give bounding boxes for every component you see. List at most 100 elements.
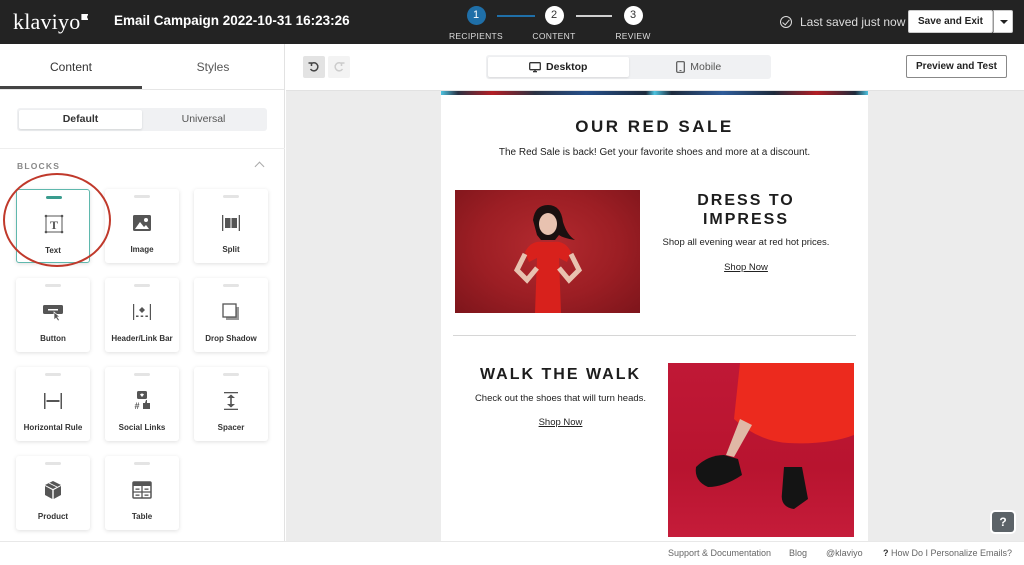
block-image[interactable]: Image bbox=[105, 189, 179, 263]
klaviyo-social-link[interactable]: @klaviyo bbox=[826, 548, 863, 558]
drag-handle[interactable] bbox=[45, 284, 61, 287]
section2-text[interactable]: Check out the shoes that will turn heads… bbox=[453, 393, 668, 404]
drop-shadow-icon bbox=[222, 303, 239, 320]
drag-handle[interactable] bbox=[134, 373, 150, 376]
block-horizontal-rule[interactable]: Horizontal Rule bbox=[16, 367, 90, 441]
redo-button[interactable] bbox=[328, 56, 350, 78]
block-button[interactable]: Button bbox=[16, 278, 90, 352]
sidebar: Content Styles Default Universal BLOCKS … bbox=[0, 44, 285, 541]
support-documentation-link[interactable]: Support & Documentation bbox=[668, 548, 771, 558]
drag-handle[interactable] bbox=[223, 195, 239, 198]
klaviyo-logo[interactable]: klaviyo bbox=[13, 9, 89, 35]
block-type-toggle: Default Universal bbox=[17, 108, 267, 131]
mobile-icon bbox=[676, 61, 686, 73]
drag-handle[interactable] bbox=[223, 284, 239, 287]
dress-image[interactable] bbox=[455, 190, 640, 313]
personalize-emails-help-link[interactable]: ? How Do I Personalize Emails? bbox=[883, 548, 1012, 558]
block-table[interactable]: Table bbox=[105, 456, 179, 530]
desktop-view-button[interactable]: Desktop bbox=[488, 57, 629, 77]
desktop-icon bbox=[529, 61, 541, 72]
heading-line: IMPRESS bbox=[702, 211, 789, 228]
block-label: Product bbox=[37, 512, 69, 521]
logo-flag-icon bbox=[81, 14, 89, 20]
drag-handle[interactable] bbox=[134, 284, 150, 287]
save-options-dropdown[interactable] bbox=[993, 10, 1013, 33]
section2-heading[interactable]: WALK THE WALK bbox=[453, 365, 668, 384]
divider bbox=[0, 148, 285, 149]
block-text[interactable]: T Text bbox=[16, 189, 90, 263]
block-label: Table bbox=[131, 512, 153, 521]
section2-shop-now-link[interactable]: Shop Now bbox=[453, 417, 668, 428]
sidebar-tabs: Content Styles bbox=[0, 44, 284, 90]
step-content[interactable]: 2 CONTENT bbox=[524, 6, 584, 41]
drag-handle[interactable] bbox=[134, 462, 150, 465]
undo-button[interactable] bbox=[303, 56, 325, 78]
step-recipients[interactable]: 1 RECIPIENTS bbox=[446, 6, 506, 41]
section1-shop-now-link[interactable]: Shop Now bbox=[646, 262, 846, 273]
hero-image-strip[interactable] bbox=[441, 91, 868, 95]
svg-text:T: T bbox=[50, 218, 58, 232]
undo-icon bbox=[308, 62, 319, 72]
default-toggle[interactable]: Default bbox=[19, 110, 142, 129]
block-product[interactable]: Product bbox=[16, 456, 90, 530]
email-title[interactable]: OUR RED SALE bbox=[441, 117, 868, 137]
horizontal-rule[interactable] bbox=[453, 335, 856, 336]
tab-content[interactable]: Content bbox=[0, 44, 142, 89]
step-number: 3 bbox=[623, 6, 643, 25]
progress-steps: 1 RECIPIENTS 2 CONTENT 3 REVIEW bbox=[446, 6, 656, 42]
block-header-link-bar[interactable]: Header/Link Bar bbox=[105, 278, 179, 352]
drag-handle[interactable] bbox=[45, 373, 61, 376]
view-label: Desktop bbox=[546, 61, 588, 73]
button-icon bbox=[43, 305, 63, 322]
block-label: Horizontal Rule bbox=[23, 423, 83, 432]
view-label: Mobile bbox=[690, 61, 722, 73]
email-canvas[interactable]: OUR RED SALE The Red Sale is back! Get y… bbox=[441, 91, 868, 541]
product-icon bbox=[45, 481, 61, 499]
universal-toggle[interactable]: Universal bbox=[142, 110, 265, 129]
save-and-exit-button[interactable]: Save and Exit bbox=[908, 10, 993, 33]
help-button[interactable]: ? bbox=[992, 512, 1014, 532]
block-social-links[interactable]: # Social Links bbox=[105, 367, 179, 441]
footer: Support & Documentation Blog @klaviyo ? … bbox=[0, 541, 1024, 565]
split-icon bbox=[222, 215, 240, 231]
block-label: Spacer bbox=[217, 423, 245, 432]
boots-image[interactable] bbox=[668, 363, 854, 537]
woman-in-red-dress-figure bbox=[513, 205, 583, 313]
blog-link[interactable]: Blog bbox=[789, 548, 807, 558]
tab-styles[interactable]: Styles bbox=[142, 44, 284, 89]
table-icon bbox=[132, 481, 152, 499]
spacer-icon bbox=[224, 392, 238, 410]
block-label: Image bbox=[130, 245, 154, 254]
block-drop-shadow[interactable]: Drop Shadow bbox=[194, 278, 268, 352]
preview-and-test-button[interactable]: Preview and Test bbox=[906, 55, 1007, 78]
text-icon: T bbox=[44, 214, 64, 234]
blocks-heading: BLOCKS bbox=[17, 161, 61, 171]
logo-text: klaviyo bbox=[13, 9, 81, 34]
drag-handle[interactable] bbox=[223, 373, 239, 376]
drag-handle[interactable] bbox=[45, 462, 61, 465]
heading-line: DRESS TO bbox=[697, 192, 795, 209]
step-label: CONTENT bbox=[532, 31, 576, 41]
email-subtitle[interactable]: The Red Sale is back! Get your favorite … bbox=[441, 147, 868, 158]
step-label: REVIEW bbox=[615, 31, 651, 41]
redo-icon bbox=[334, 62, 345, 72]
step-number: 1 bbox=[466, 6, 486, 25]
drag-handle[interactable] bbox=[46, 196, 62, 199]
question-mark-icon: ? bbox=[883, 548, 889, 558]
section1-heading[interactable]: DRESS TO IMPRESS bbox=[656, 191, 836, 229]
top-bar: klaviyo Email Campaign 2022-10-31 16:23:… bbox=[0, 0, 1024, 44]
editor-toolbar: Desktop Mobile Preview and Test bbox=[286, 44, 1024, 91]
step-review[interactable]: 3 REVIEW bbox=[603, 6, 663, 41]
save-status-text: Last saved just now bbox=[800, 15, 906, 29]
red-skirt-and-boots-figure bbox=[695, 363, 854, 509]
editor-area: Desktop Mobile Preview and Test OUR RED … bbox=[286, 44, 1024, 541]
collapse-chevron-icon[interactable] bbox=[254, 161, 265, 172]
drag-handle[interactable] bbox=[134, 195, 150, 198]
block-split[interactable]: Split bbox=[194, 189, 268, 263]
campaign-title: Email Campaign 2022-10-31 16:23:26 bbox=[114, 13, 350, 28]
section1-text[interactable]: Shop all evening wear at red hot prices. bbox=[646, 237, 846, 248]
mobile-view-button[interactable]: Mobile bbox=[629, 57, 770, 77]
save-status: Last saved just now bbox=[780, 15, 905, 29]
block-spacer[interactable]: Spacer bbox=[194, 367, 268, 441]
help-link-text: How Do I Personalize Emails? bbox=[891, 548, 1013, 558]
